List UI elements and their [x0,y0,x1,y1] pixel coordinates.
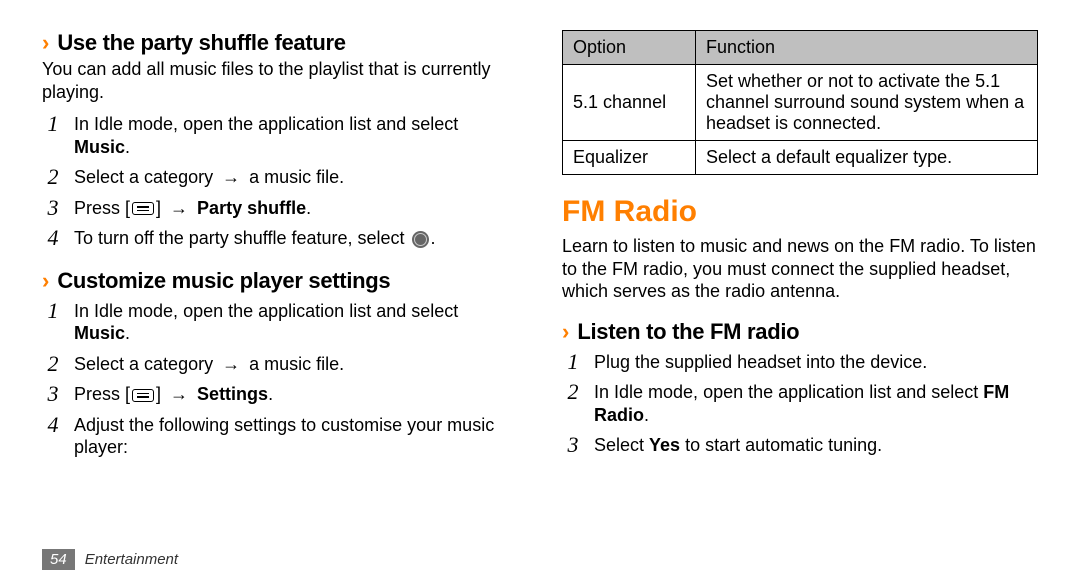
menu-icon [132,202,154,215]
arrow-icon: → [222,167,240,187]
cell-option: 5.1 channel [563,65,696,141]
step-number: 4 [42,227,64,249]
step-2: 2 Select a category → a music file. [42,166,518,189]
arrow-icon: → [170,198,188,218]
step-3: 3 Press [] → Settings. [42,383,518,406]
step-number: 1 [562,351,584,373]
page: › Use the party shuffle feature You can … [0,0,1080,473]
subheading-text: Use the party shuffle feature [57,30,345,56]
step-2: 2 Select a category → a music file. [42,353,518,376]
step-text: Press [] → Settings. [74,383,273,406]
step-text: Select Yes to start automatic tuning. [594,434,882,457]
subheading-customize: › Customize music player settings [42,268,518,294]
subheading-party-shuffle: › Use the party shuffle feature [42,30,518,56]
subheading-listen-fm: › Listen to the FM radio [562,319,1038,345]
intro-text: You can add all music files to the playl… [42,58,518,103]
subheading-text: Listen to the FM radio [577,319,799,345]
intro-text: Learn to listen to music and news on the… [562,235,1038,303]
step-number: 4 [42,414,64,436]
step-2: 2 In Idle mode, open the application lis… [562,381,1038,426]
left-column: › Use the party shuffle feature You can … [42,30,518,463]
step-text: In Idle mode, open the application list … [74,113,518,158]
step-number: 3 [42,197,64,219]
step-number: 3 [562,434,584,456]
table-row: 5.1 channel Set whether or not to activa… [563,65,1038,141]
step-number: 1 [42,300,64,322]
menu-icon [132,389,154,402]
step-text: Press [] → Party shuffle. [74,197,311,220]
step-1: 1 In Idle mode, open the application lis… [42,113,518,158]
cell-function: Set whether or not to activate the 5.1 c… [696,65,1038,141]
arrow-icon: → [170,384,188,404]
chevron-icon: › [562,321,569,343]
step-text: In Idle mode, open the application list … [74,300,518,345]
step-1: 1 In Idle mode, open the application lis… [42,300,518,345]
step-text: In Idle mode, open the application list … [594,381,1038,426]
step-4: 4 To turn off the party shuffle feature,… [42,227,518,250]
section-title-fm-radio: FM Radio [562,195,1038,229]
cell-function: Select a default equalizer type. [696,141,1038,175]
step-number: 2 [42,353,64,375]
step-3: 3 Select Yes to start automatic tuning. [562,434,1038,457]
step-text: Plug the supplied headset into the devic… [594,351,927,374]
step-1: 1 Plug the supplied headset into the dev… [562,351,1038,374]
arrow-icon: → [222,354,240,374]
step-text: Adjust the following settings to customi… [74,414,518,459]
step-text: To turn off the party shuffle feature, s… [74,227,436,250]
page-number: 54 [42,549,75,570]
col-function: Function [696,31,1038,65]
footer: 54 Entertainment [42,549,178,570]
cell-option: Equalizer [563,141,696,175]
table-row: Equalizer Select a default equalizer typ… [563,141,1038,175]
step-4: 4 Adjust the following settings to custo… [42,414,518,459]
footer-category: Entertainment [85,551,178,568]
chevron-icon: › [42,270,49,292]
step-number: 2 [562,381,584,403]
step-text: Select a category → a music file. [74,166,344,189]
step-3: 3 Press [] → Party shuffle. [42,197,518,220]
col-option: Option [563,31,696,65]
step-number: 2 [42,166,64,188]
right-column: Option Function 5.1 channel Set whether … [562,30,1038,463]
step-number: 3 [42,383,64,405]
step-text: Select a category → a music file. [74,353,344,376]
globe-icon [412,231,429,248]
table-header-row: Option Function [563,31,1038,65]
options-table: Option Function 5.1 channel Set whether … [562,30,1038,175]
subheading-text: Customize music player settings [57,268,390,294]
step-number: 1 [42,113,64,135]
chevron-icon: › [42,32,49,54]
